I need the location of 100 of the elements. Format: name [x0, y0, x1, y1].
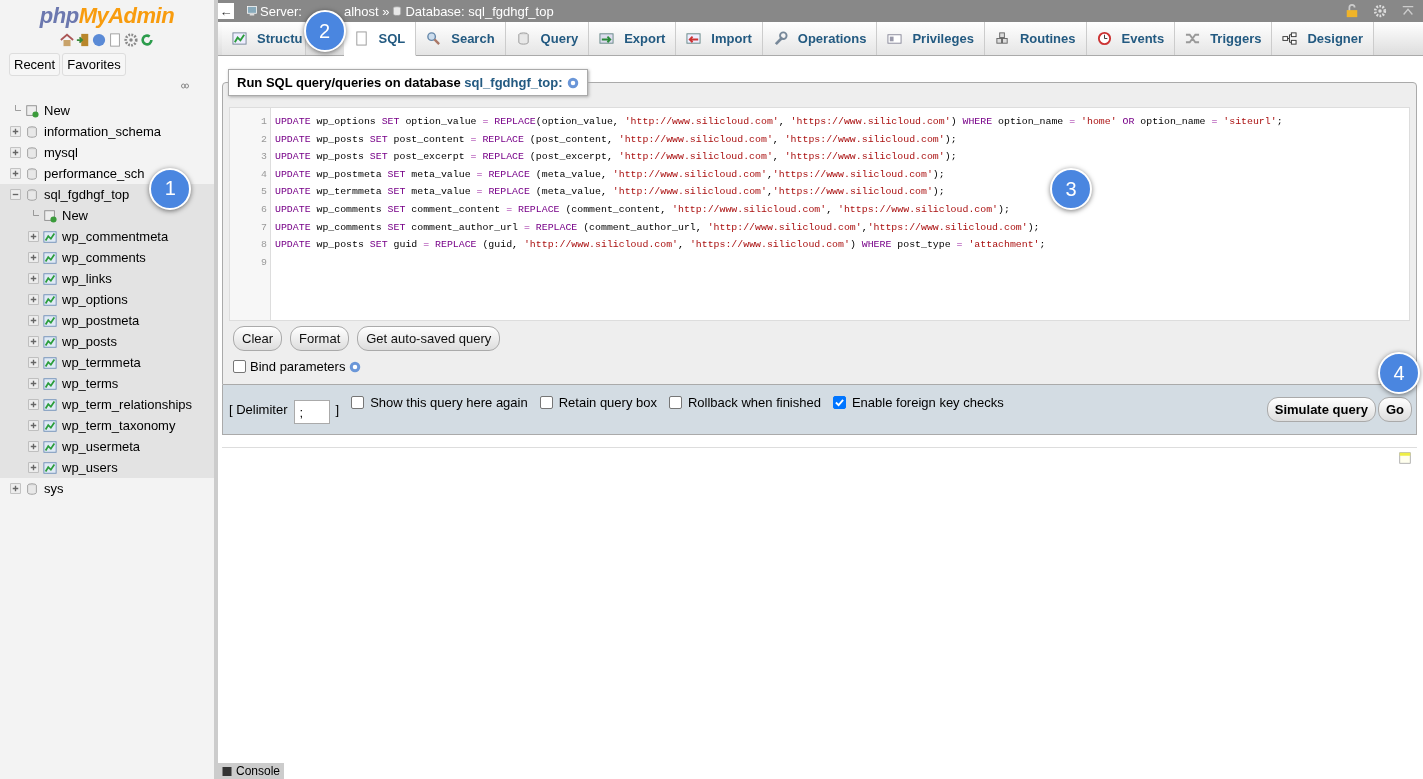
checkbox[interactable]	[832, 396, 846, 409]
table-icon	[43, 460, 57, 475]
tab[interactable]: Triggers	[1175, 22, 1273, 55]
tab[interactable]: Export	[589, 22, 677, 55]
tab[interactable]: Designer	[1272, 22, 1375, 55]
database-icon	[515, 31, 531, 46]
new-item-icon	[43, 208, 57, 223]
table-item[interactable]: wp_usermeta	[62, 439, 141, 454]
tab[interactable]: SQL	[343, 22, 417, 56]
table-item[interactable]: wp_commentmeta	[62, 229, 169, 244]
table-icon	[43, 439, 57, 454]
new-link[interactable]: New	[62, 208, 88, 223]
table-item[interactable]: wp_termmeta	[62, 355, 141, 370]
settings-icon[interactable]	[124, 33, 138, 47]
breadcrumb-link[interactable]: Database: sql_fgdhgf_top	[405, 3, 554, 19]
checkbox-label: Bind parameters	[250, 359, 346, 374]
link-icon	[178, 82, 192, 90]
document-icon[interactable]	[108, 33, 122, 47]
delimiter-field[interactable]: ;	[293, 400, 330, 424]
database-icon	[391, 5, 404, 17]
database-item[interactable]: mysql	[44, 145, 78, 160]
database-icon	[25, 481, 39, 496]
sidebar-tab[interactable]: Favorites	[62, 53, 126, 76]
table-icon	[43, 271, 57, 286]
tab[interactable]: Structu	[222, 22, 306, 55]
console-tab[interactable]: Console	[218, 763, 285, 779]
checkbox[interactable]	[233, 360, 246, 373]
checkbox[interactable]	[539, 396, 553, 409]
checkbox[interactable]	[351, 396, 365, 409]
code-line: UPDATE wp_comments SET comment_content = REPLACE (comment_content, 'http://www.silicloud.com', 'https://www.silicloud.com');	[275, 202, 1010, 217]
action-button[interactable]: Clear	[233, 326, 283, 351]
home-icon[interactable]	[60, 33, 74, 47]
checkbox-label: Enable foreign key checks	[851, 395, 1004, 410]
database-icon	[25, 166, 39, 181]
phpmyadmin-logo[interactable]: phpMyAdmin	[0, 3, 214, 29]
table-item[interactable]: wp_options	[62, 292, 128, 307]
go-button[interactable]: Go	[1377, 397, 1412, 422]
bracket-label: ]	[335, 402, 340, 417]
tab[interactable]: Routines	[984, 22, 1087, 55]
new-item-icon	[25, 103, 39, 118]
database-item[interactable]: information_schema	[44, 124, 162, 139]
action-button[interactable]: Get auto-saved query	[357, 326, 501, 351]
clock-icon	[1096, 31, 1112, 46]
diagram-icon	[1282, 31, 1298, 46]
line-number: 7	[260, 220, 268, 235]
table-item[interactable]: wp_links	[62, 271, 112, 286]
code-line: UPDATE wp_postmeta SET meta_value = REPLACE (meta_value, 'http://www.silicloud.com','https://www.silicloud.com');	[275, 167, 945, 182]
breadcrumb-link[interactable]: Server:	[260, 3, 302, 19]
table-item[interactable]: wp_posts	[62, 334, 117, 349]
server-icon	[246, 5, 258, 17]
id-card-icon	[887, 31, 903, 46]
code-line: UPDATE wp_posts SET guid = REPLACE (guid, 'http://www.silicloud.com', 'https://www.silicloud.com') WHERE post_type = 'attachment';	[275, 238, 1046, 253]
table-item[interactable]: wp_term_taxonomy	[62, 418, 176, 433]
checkbox-label: Show this query here again	[370, 395, 528, 410]
table-item[interactable]: wp_term_relationships	[62, 397, 193, 412]
table-item[interactable]: wp_postmeta	[62, 313, 140, 328]
tab[interactable]: Events	[1086, 22, 1176, 55]
checkbox-label: Retain query box	[558, 395, 657, 410]
export-icon	[599, 31, 615, 46]
table-icon	[43, 355, 57, 370]
chart-icon	[232, 31, 247, 46]
database-icon	[25, 124, 39, 139]
line-number: 3	[260, 150, 268, 165]
search-icon	[426, 31, 442, 46]
database-item[interactable]: sys	[44, 481, 64, 496]
shuffle-icon	[1185, 31, 1201, 46]
table-icon	[43, 229, 57, 244]
line-number: 5	[260, 185, 268, 200]
table-item[interactable]: wp_users	[62, 460, 118, 475]
tab[interactable]: Import	[676, 22, 763, 55]
back-arrow-button[interactable]: ←	[218, 3, 234, 19]
action-button[interactable]: Format	[290, 326, 350, 351]
database-icon	[25, 187, 39, 202]
simulate-query-button[interactable]: Simulate query	[1266, 397, 1376, 422]
breadcrumb-link[interactable]: alhost »	[343, 3, 390, 19]
line-number: 8	[260, 238, 268, 253]
table-item[interactable]: wp_terms	[62, 376, 119, 391]
new-link[interactable]: New	[44, 103, 70, 118]
reload-icon[interactable]	[140, 33, 154, 47]
table-icon	[43, 397, 57, 412]
tab[interactable]: Operations	[762, 22, 878, 55]
tab[interactable]: Search	[416, 22, 506, 55]
database-item[interactable]: performance_sch	[44, 166, 145, 181]
callout-badge: 4	[1378, 352, 1420, 394]
table-icon	[43, 292, 57, 307]
cubes-icon	[994, 31, 1010, 46]
checkbox[interactable]	[668, 396, 682, 409]
sql-editor[interactable]	[229, 107, 1410, 321]
line-number: 9	[260, 255, 268, 270]
table-icon	[43, 250, 57, 265]
table-item[interactable]: wp_comments	[62, 250, 146, 265]
code-line: UPDATE wp_comments SET comment_author_url = REPLACE (comment_author_url, 'http://www.silicloud.com','https://www.silicloud.com');	[275, 220, 1040, 235]
line-number: 1	[260, 115, 268, 129]
fieldset-legend: Run SQL query/queries on database sql_fgdhgf_top:	[237, 75, 563, 90]
tab[interactable]: Privileges	[877, 22, 985, 55]
database-icon	[25, 145, 39, 160]
exit-door-icon[interactable]	[76, 33, 90, 47]
tab[interactable]: Query	[505, 22, 590, 55]
lock-icon[interactable]	[1345, 4, 1359, 18]
sidebar-tab[interactable]: Recent	[9, 53, 61, 76]
